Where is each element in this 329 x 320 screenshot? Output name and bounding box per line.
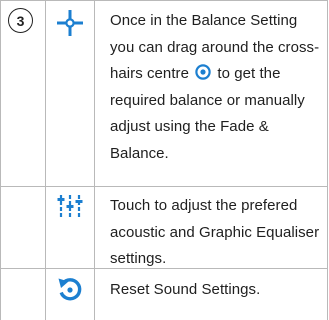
row-icon-cell [46, 0, 94, 186]
description-text-start: Once in the Balance Setting you can drag… [110, 12, 320, 82]
equaliser-sliders-icon [57, 195, 83, 217]
target-dot-icon [195, 64, 211, 80]
row-number-cell: 3 [0, 0, 45, 186]
row-icon-cell [46, 187, 94, 268]
row-icon-cell [46, 269, 94, 320]
row-divider [0, 268, 328, 269]
row-divider [0, 186, 328, 187]
table-row: Reset Sound Settings. [0, 269, 328, 320]
balance-crosshair-icon [57, 10, 83, 36]
table-border-left [0, 0, 1, 320]
row-description: Once in the Balance Setting you can drag… [95, 8, 328, 167]
table-row: Touch to adjust the prefered acoustic an… [0, 187, 328, 268]
column-divider [94, 0, 95, 320]
reset-arrow-icon [58, 278, 82, 301]
row-description: Reset Sound Settings. [110, 281, 261, 298]
column-divider [45, 0, 46, 320]
table-border-right [327, 0, 328, 320]
table-row: 3 Once in the Balance Setting you can dr… [0, 0, 328, 186]
step-number-badge: 3 [8, 8, 33, 33]
table-border-top [0, 0, 328, 1]
row-number-cell [0, 269, 45, 320]
row-number-cell [0, 187, 45, 268]
row-description: Touch to adjust the prefered acoustic an… [110, 197, 320, 267]
